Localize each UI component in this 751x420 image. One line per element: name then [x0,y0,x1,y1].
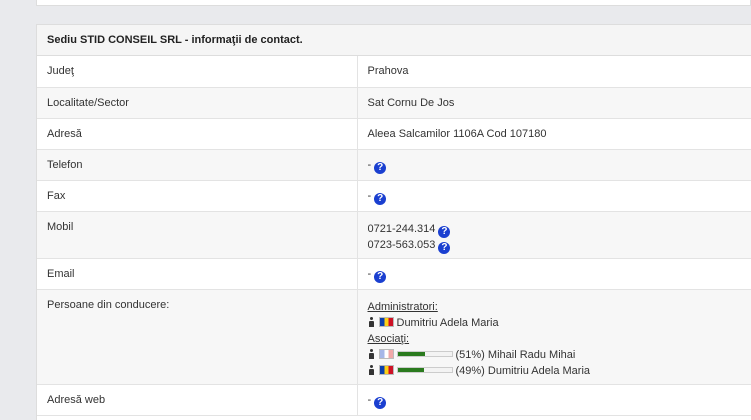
administratori-heading: Administratori: [367,300,438,313]
romania-flag-icon [378,364,394,375]
asociat-share: (49%) [455,364,485,377]
value-judet: Prahova [357,56,751,88]
contact-info-panel: Sediu STID CONSEIL SRL - informaţii de c… [36,24,751,420]
label-email: Email [37,258,358,290]
value-localitate: Sat Cornu De Jos [357,87,751,119]
label-telefon: Telefon [37,149,358,181]
share-bar-fill [397,351,426,356]
row-email: Email -? [37,258,751,290]
question-circle-icon[interactable]: ? [374,396,387,409]
value-email: - [367,267,372,280]
person-icon [368,364,375,375]
row-judet: Judeţ Prahova [37,56,751,88]
administrator-name[interactable]: Dumitriu Adela Maria [397,317,499,329]
question-circle-icon[interactable]: ? [438,225,451,238]
panel-title: Sediu STID CONSEIL SRL - informaţii de c… [37,25,751,56]
value-adresa-web-cell: -? [357,384,751,416]
label-localitate: Localitate/Sector [37,87,358,119]
question-circle-icon[interactable]: ? [374,161,387,174]
value-persoane-cell: Administratori: Dumitriu Adela Maria Aso… [357,289,751,385]
row-adresa-web: Adresă web -? [37,384,751,416]
value-email-cell: -? [357,258,751,290]
asociati-heading: Asociaţi: [367,332,410,345]
value-adresa-web: - [367,393,372,406]
asociat-name[interactable]: Dumitriu Adela Maria [488,365,590,377]
person-icon [368,348,375,359]
mobil-number: 0723-563.053 [367,238,436,251]
asociat-share: (51%) [455,348,485,361]
value-mobil-cell: 0721-244.314? 0723-563.053? [357,211,751,259]
share-bar [396,350,453,357]
question-circle-icon[interactable]: ? [374,270,387,283]
person-icon [368,316,375,327]
label-mobil: Mobil [37,211,358,259]
mobil-line-2: 0723-563.053? [367,237,742,254]
administrator-entry: Dumitriu Adela Maria [368,315,742,331]
row-adresa: Adresă Aleea Salcamilor 1106A Cod 107180 [37,118,751,150]
label-fax: Fax [37,180,358,212]
row-localitate: Localitate/Sector Sat Cornu De Jos [37,87,751,119]
label-adresa-web: Adresă web [37,384,358,416]
row-persoane: Persoane din conducere: Administratori: … [37,289,751,385]
asociat-entry: (49%) Dumitriu Adela Maria [368,363,742,379]
label-persoane: Persoane din conducere: [37,289,358,385]
mobil-number: 0721-244.314 [367,222,436,235]
value-fax-cell: -? [357,180,751,212]
romania-flag-icon [378,316,394,327]
share-bar-fill [397,367,424,372]
mobil-line-1: 0721-244.314? [367,221,742,238]
asociat-name[interactable]: Mihail Radu Mihai [488,349,575,361]
label-adresa: Adresă [37,118,358,150]
question-circle-icon[interactable]: ? [374,192,387,205]
contact-info-table: Judeţ Prahova Localitate/Sector Sat Corn… [37,56,751,416]
asociat-entry: (51%) Mihail Radu Mihai [368,347,742,363]
question-circle-icon[interactable]: ? [438,241,451,254]
value-fax: - [367,189,372,202]
share-bar [396,366,453,373]
row-mobil: Mobil 0721-244.314? 0723-563.053? [37,211,751,259]
value-telefon-cell: -? [357,149,751,181]
row-fax: Fax -? [37,180,751,212]
value-telefon: - [367,158,372,171]
france-flag-icon [378,348,394,359]
row-telefon: Telefon -? [37,149,751,181]
label-judet: Judeţ [37,56,358,88]
previous-panel-edge [36,0,751,6]
value-adresa: Aleea Salcamilor 1106A Cod 107180 [357,118,751,150]
